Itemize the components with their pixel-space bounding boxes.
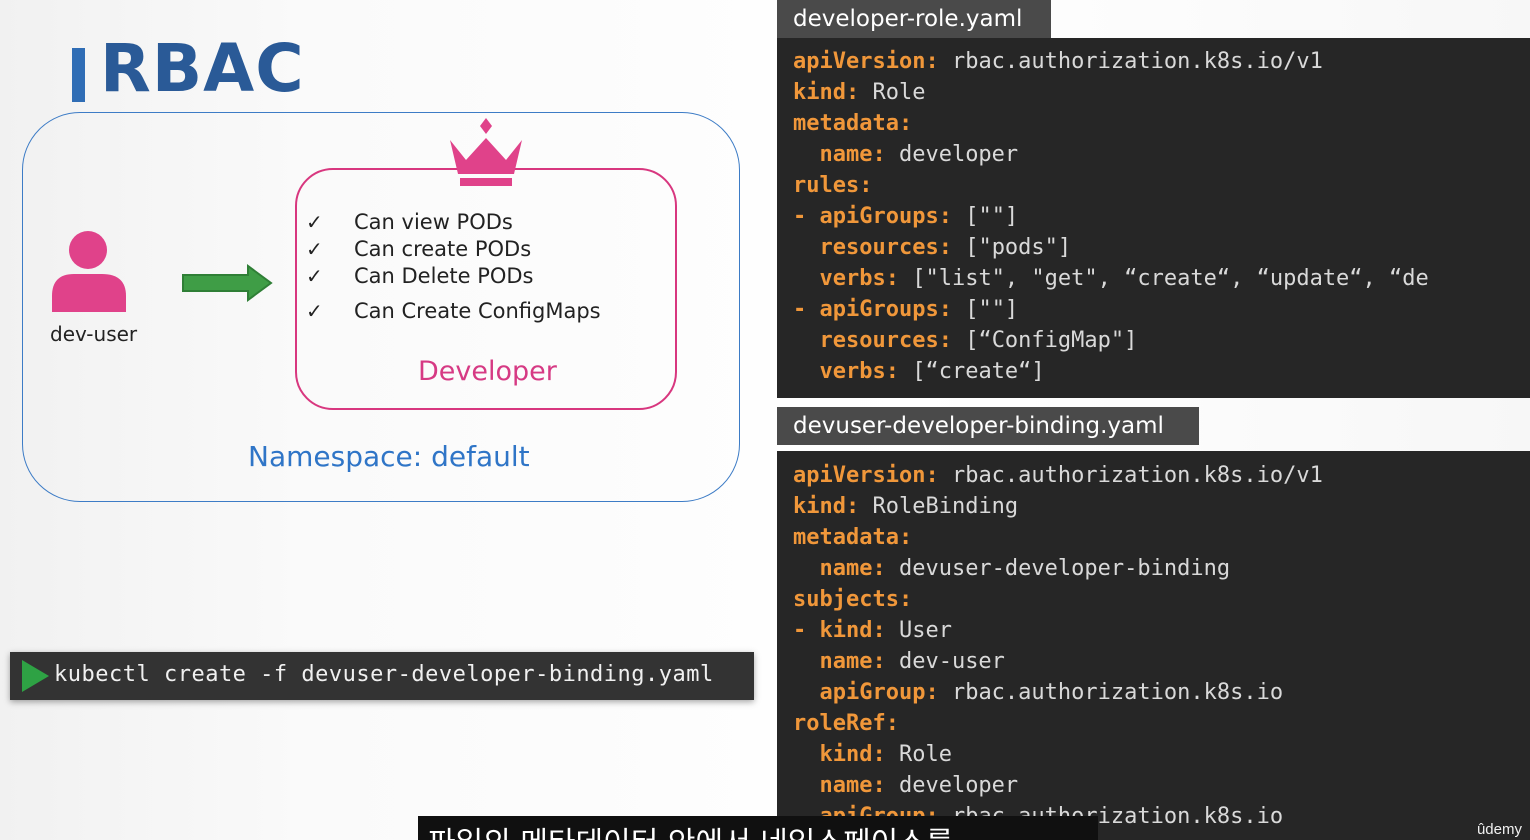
code-key: verbs: [793, 359, 899, 384]
code-line: name: dev-user [793, 646, 1005, 677]
code-key: - apiGroups: [793, 204, 952, 229]
code-line: name: developer [793, 770, 1018, 801]
code-key: name: [793, 142, 886, 167]
code-key: - kind: [793, 618, 886, 643]
checkmark-icon: ✓ [306, 299, 323, 323]
code-value: Role [885, 742, 952, 767]
permission-text: Can view PODs [354, 210, 513, 234]
command-bar: kubectl create -f devuser-developer-bind… [10, 652, 754, 700]
play-icon [22, 660, 49, 692]
code-value: rbac.authorization.k8s.io/v1 [938, 463, 1323, 488]
code-value: rbac.authorization.k8s.io/v1 [938, 49, 1323, 74]
code-value: developer [885, 142, 1019, 167]
code-value: developer [885, 773, 1019, 798]
code-line: - apiGroups: [""] [793, 201, 1018, 232]
code-line: resources: ["pods"] [793, 232, 1071, 263]
code-value: ["pods"] [951, 235, 1072, 260]
title-accent-bar [72, 48, 85, 102]
code-value: User [885, 618, 952, 643]
code-line: name: devuser-developer-binding [793, 553, 1230, 584]
code-value: Role [859, 80, 926, 105]
code-line: apiVersion: rbac.authorization.k8s.io/v1 [793, 460, 1323, 491]
code-key: kind: [793, 494, 860, 519]
arrow-right-icon [182, 264, 273, 302]
code-line: rules: [793, 170, 872, 201]
code-key: resources: [793, 328, 952, 353]
user-label: dev-user [50, 322, 138, 346]
checkmark-icon: ✓ [306, 264, 323, 288]
code-panel-devuser-developer-binding: apiVersion: rbac.authorization.k8s.io/v1… [777, 451, 1530, 840]
code-key: metadata: [793, 525, 913, 550]
crown-icon [450, 118, 522, 186]
code-line: kind: Role [793, 77, 925, 108]
code-panel-developer-role: apiVersion: rbac.authorization.k8s.io/v1… [777, 38, 1530, 398]
code-line: name: developer [793, 139, 1018, 170]
code-key: rules: [793, 173, 873, 198]
code-line: roleRef: [793, 708, 899, 739]
person-icon [52, 231, 126, 312]
code-line: verbs: ["list", "get", “create“, “update… [793, 263, 1429, 294]
code-key: apiVersion: [793, 49, 939, 74]
code-key: verbs: [793, 266, 899, 291]
file-tab-developer-role: developer-role.yaml [777, 0, 1051, 38]
code-value: devuser-developer-binding [885, 556, 1231, 581]
code-line: metadata: [793, 108, 912, 139]
subtitle-text: 파일의 메타데이터 안에서 네임스페이스를 [428, 818, 953, 840]
code-line: resources: [“ConfigMap"] [793, 325, 1137, 356]
code-key: resources: [793, 235, 952, 260]
code-key: name: [793, 649, 886, 674]
code-key: roleRef: [793, 711, 899, 736]
permission-text: Can Delete PODs [354, 264, 534, 288]
subtitle-caption: 파일의 메타데이터 안에서 네임스페이스를 [418, 816, 1098, 840]
code-line: apiGroup: rbac.authorization.k8s.io [793, 677, 1283, 708]
code-key: name: [793, 556, 886, 581]
code-line: kind: RoleBinding [793, 491, 1018, 522]
code-line: metadata: [793, 522, 912, 553]
code-key: metadata: [793, 111, 913, 136]
code-value: dev-user [885, 649, 1005, 674]
code-value: [""] [951, 204, 1019, 229]
code-line: verbs: [“create“] [793, 356, 1045, 387]
code-key: kind: [793, 80, 860, 105]
slide-title: RBAC [100, 30, 305, 107]
command-text: kubectl create -f devuser-developer-bind… [54, 662, 714, 687]
code-line: - apiGroups: [""] [793, 294, 1018, 325]
code-value: [“ConfigMap"] [951, 328, 1138, 353]
code-key: - apiGroups: [793, 297, 952, 322]
code-key: name: [793, 773, 886, 798]
file-tab-devuser-developer-binding: devuser-developer-binding.yaml [777, 407, 1199, 445]
code-line: subjects: [793, 584, 912, 615]
namespace-label: Namespace: default [248, 440, 530, 473]
role-name-label: Developer [418, 356, 557, 387]
code-value: [""] [951, 297, 1019, 322]
code-value: [“create“] [898, 359, 1045, 384]
code-value: rbac.authorization.k8s.io [938, 680, 1284, 705]
code-key: kind: [793, 742, 886, 767]
code-key: apiVersion: [793, 463, 939, 488]
udemy-watermark: ûdemy [1476, 821, 1522, 838]
code-line: - kind: User [793, 615, 952, 646]
code-key: apiGroup: [793, 680, 939, 705]
permission-text: Can Create ConfigMaps [354, 299, 601, 323]
code-key: subjects: [793, 587, 913, 612]
code-line: kind: Role [793, 739, 952, 770]
permission-text: Can create PODs [354, 237, 532, 261]
code-value: ["list", "get", “create“, “update“, “de [898, 266, 1429, 291]
code-line: apiVersion: rbac.authorization.k8s.io/v1 [793, 46, 1323, 77]
checkmark-icon: ✓ [306, 210, 323, 234]
code-value: RoleBinding [859, 494, 1019, 519]
checkmark-icon: ✓ [306, 237, 323, 261]
